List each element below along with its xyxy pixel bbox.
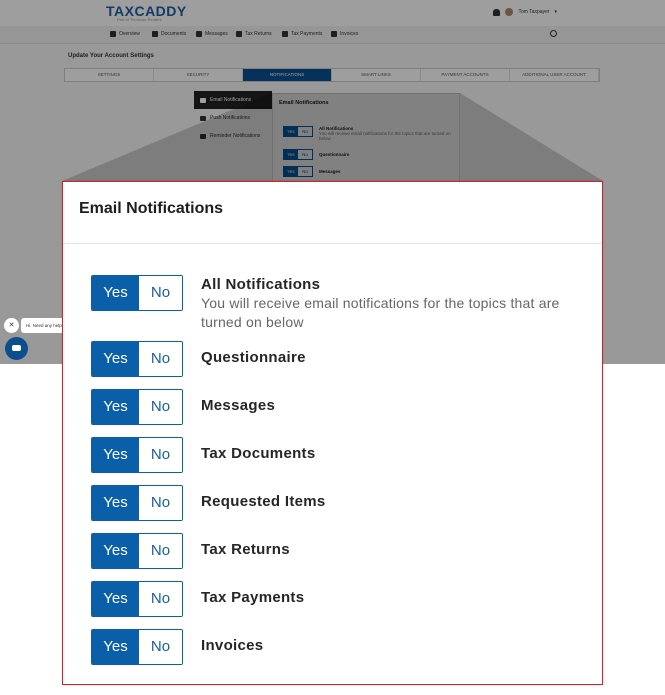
- row-label-block: All Notifications You will receive email…: [201, 275, 591, 332]
- row-label: Tax Documents: [201, 445, 316, 462]
- yes-no-toggle[interactable]: Yes No: [91, 485, 183, 521]
- no-option[interactable]: No: [139, 630, 182, 664]
- row-label: Invoices: [201, 637, 264, 654]
- row-description: You will receive email notifications for…: [201, 295, 560, 330]
- no-option[interactable]: No: [139, 438, 182, 472]
- notification-row-messages: Yes No Messages: [91, 389, 275, 425]
- page: TAXCADDY Part of Thomson Reuters Tom Tax…: [0, 0, 665, 695]
- email-notifications-panel: Email Notifications Yes No All Notificati…: [62, 181, 603, 685]
- yes-option[interactable]: Yes: [92, 276, 139, 310]
- no-option[interactable]: No: [139, 390, 182, 424]
- no-option[interactable]: No: [139, 276, 182, 310]
- yes-no-toggle[interactable]: Yes No: [91, 629, 183, 665]
- yes-no-toggle[interactable]: Yes No: [91, 275, 183, 311]
- yes-no-toggle[interactable]: Yes No: [91, 341, 183, 377]
- row-label: All Notifications: [201, 276, 321, 293]
- row-label: Requested Items: [201, 493, 326, 510]
- chat-button[interactable]: [5, 337, 28, 360]
- yes-no-toggle[interactable]: Yes No: [91, 389, 183, 425]
- chat-icon: [12, 345, 21, 351]
- yes-option[interactable]: Yes: [92, 486, 139, 520]
- yes-no-toggle[interactable]: Yes No: [91, 437, 183, 473]
- notification-row-requested-items: Yes No Requested Items: [91, 485, 326, 521]
- row-label: Tax Payments: [201, 589, 305, 606]
- yes-option[interactable]: Yes: [92, 390, 139, 424]
- yes-option[interactable]: Yes: [92, 582, 139, 616]
- yes-no-toggle[interactable]: Yes No: [91, 533, 183, 569]
- notification-row-tax-documents: Yes No Tax Documents: [91, 437, 315, 473]
- close-icon[interactable]: ✕: [4, 318, 19, 333]
- yes-option[interactable]: Yes: [92, 534, 139, 568]
- divider: [63, 243, 602, 244]
- notification-row-invoices: Yes No Invoices: [91, 629, 263, 665]
- row-label: Questionnaire: [201, 349, 306, 366]
- notification-row-tax-payments: Yes No Tax Payments: [91, 581, 304, 617]
- no-option[interactable]: No: [139, 486, 182, 520]
- yes-option[interactable]: Yes: [92, 630, 139, 664]
- no-option[interactable]: No: [139, 342, 182, 376]
- no-option[interactable]: No: [139, 582, 182, 616]
- yes-no-toggle[interactable]: Yes No: [91, 581, 183, 617]
- row-label: Tax Returns: [201, 541, 290, 558]
- no-option[interactable]: No: [139, 534, 182, 568]
- yes-option[interactable]: Yes: [92, 342, 139, 376]
- row-label: Messages: [201, 397, 276, 414]
- chat-bubble[interactable]: Hi. Need any help?: [21, 318, 65, 333]
- yes-option[interactable]: Yes: [92, 438, 139, 472]
- panel-title: Email Notifications: [79, 200, 224, 217]
- notification-row-all: Yes No All Notifications You will receive…: [91, 275, 591, 332]
- notification-row-tax-returns: Yes No Tax Returns: [91, 533, 290, 569]
- notification-row-questionnaire: Yes No Questionnaire: [91, 341, 306, 377]
